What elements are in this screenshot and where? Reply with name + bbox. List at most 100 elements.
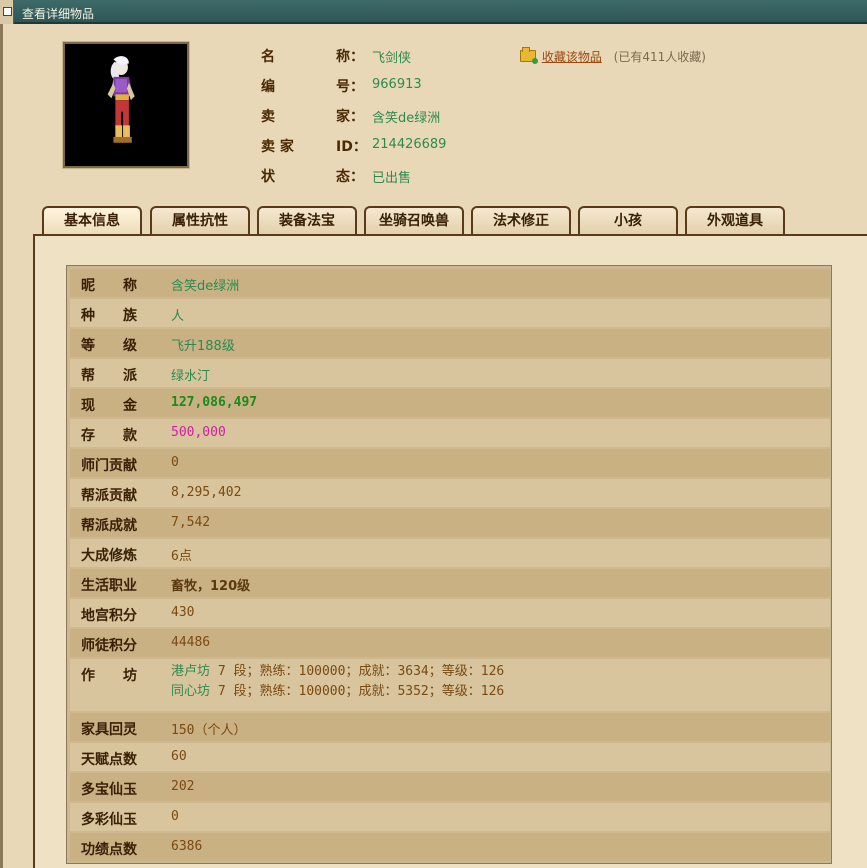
row-label: 帮 派 (81, 368, 137, 384)
table-row: 帮 派 绿水汀 (70, 359, 830, 387)
workshop-name: 港卢坊 (171, 664, 211, 679)
info-seller-id-value: 214426689 (372, 137, 447, 152)
table-row: 家具回灵 150（个人） (70, 713, 830, 741)
table-row: 功绩点数 6386 (70, 833, 830, 861)
table-row: 师徒积分 44486 (70, 629, 830, 657)
window-title: 查看详细物品 (22, 7, 95, 21)
tab-children[interactable]: 小孩 (578, 206, 678, 235)
row-label: 师门贡献 (81, 458, 137, 474)
table-row: 存 款 500,000 (70, 419, 830, 447)
row-value: 港卢坊 7 段；熟练：100000；成就：3634；等级：126 同心坊 7 段… (171, 662, 504, 702)
info-seller-id-label2: ID： (336, 136, 367, 156)
table-row: 作 坊 港卢坊 7 段；熟练：100000；成就：3634；等级：126 同心坊… (70, 659, 830, 711)
favorite-block: 收藏该物品 (已有411人收藏) (520, 47, 706, 65)
table-row: 现 金 127,086,497 (70, 389, 830, 417)
table-row: 多彩仙玉 0 (70, 803, 830, 831)
table-row: 师门贡献 0 (70, 449, 830, 477)
tab-attributes[interactable]: 属性抗性 (150, 206, 250, 235)
info-name-label2: 称： (336, 46, 364, 66)
info-number-value: 966913 (372, 77, 422, 92)
info-name-colon: ： (350, 49, 364, 65)
tab-equipment[interactable]: 装备法宝 (257, 206, 357, 235)
favorite-count: (已有411人收藏) (613, 50, 706, 64)
row-value: 60 (171, 749, 187, 764)
row-value: 6386 (171, 839, 203, 854)
workshop-line: 同心坊 7 段；熟练：100000；成就：5352；等级：126 (171, 682, 504, 702)
row-label: 师徒积分 (81, 638, 137, 654)
row-value: 含笑de绿洲 (171, 279, 240, 294)
info-seller-label: 卖 (261, 109, 275, 125)
table-row: 地宫积分 430 (70, 599, 830, 627)
character-figure-icon (65, 44, 187, 166)
character-avatar (62, 41, 190, 169)
row-value: 0 (171, 455, 179, 470)
row-label: 等 级 (81, 338, 137, 354)
info-number-label2-text: 号 (336, 79, 350, 95)
info-seller-id-label2-text: ID (336, 139, 353, 155)
info-number-label2: 号： (336, 76, 364, 96)
window-menu-icon[interactable] (0, 0, 14, 24)
row-label: 存 款 (81, 428, 137, 444)
row-label: 功绩点数 (81, 842, 137, 858)
info-seller-label2: 家： (336, 106, 364, 126)
window-titlebar: 查看详细物品 (0, 0, 867, 24)
row-label: 生活职业 (81, 578, 137, 594)
row-label: 家具回灵 (81, 722, 137, 738)
row-label: 帮派成就 (81, 518, 137, 534)
row-label: 天赋点数 (81, 752, 137, 768)
info-status-colon: ： (350, 169, 364, 185)
row-label: 多宝仙玉 (81, 782, 137, 798)
row-value: 0 (171, 809, 179, 824)
row-value: 127,086,497 (171, 395, 258, 410)
table-row: 多宝仙玉 202 (70, 773, 830, 801)
row-value: 6点 (171, 549, 192, 564)
row-value: 8,295,402 (171, 485, 242, 500)
table-row: 天赋点数 60 (70, 743, 830, 771)
row-value: 202 (171, 779, 195, 794)
row-label: 帮派贡献 (81, 488, 137, 504)
tab-spell-modifiers[interactable]: 法术修正 (471, 206, 571, 235)
table-row: 帮派成就 7,542 (70, 509, 830, 537)
info-status-value: 已出售 (372, 171, 412, 186)
row-value: 500,000 (171, 425, 226, 440)
info-status-label2-text: 态 (336, 169, 350, 185)
workshop-detail: 7 段；熟练：100000；成就：5352；等级：126 (210, 684, 505, 699)
row-label: 作 坊 (81, 668, 137, 684)
workshop-detail: 7 段；熟练：100000；成就：3634；等级：126 (210, 664, 505, 679)
info-status-label2: 态： (336, 166, 364, 186)
basic-info-table: 昵 称 含笑de绿洲 种 族 人 等 级 飞升188级 帮 派 绿水汀 现 金 … (66, 265, 832, 864)
info-status-label: 状 (261, 169, 275, 185)
info-seller-label2-text: 家 (336, 109, 350, 125)
table-row: 昵 称 含笑de绿洲 (70, 269, 830, 297)
row-label: 种 族 (81, 308, 137, 324)
row-value: 飞升188级 (171, 339, 235, 354)
info-number-colon: ： (350, 79, 364, 95)
row-value: 人 (171, 309, 185, 324)
folder-add-icon[interactable] (520, 47, 538, 64)
row-value: 44486 (171, 635, 211, 650)
row-value: 绿水汀 (171, 369, 211, 384)
row-label: 昵 称 (81, 278, 137, 294)
tab-appearance-items[interactable]: 外观道具 (685, 206, 785, 235)
table-row: 大成修炼 6点 (70, 539, 830, 567)
row-label: 地宫积分 (81, 608, 137, 624)
info-name-label: 名 (261, 49, 275, 65)
info-seller-id-label: 卖 家 (261, 139, 294, 155)
tab-mounts-summons[interactable]: 坐骑召唤兽 (364, 206, 464, 235)
row-label: 大成修炼 (81, 548, 137, 564)
row-value: 430 (171, 605, 195, 620)
workshop-name: 同心坊 (171, 684, 211, 699)
row-value: 畜牧，120级 (171, 579, 251, 594)
left-border (0, 24, 3, 868)
table-row: 帮派贡献 8,295,402 (70, 479, 830, 507)
favorite-link[interactable]: 收藏该物品 (542, 50, 602, 64)
table-row: 等 级 飞升188级 (70, 329, 830, 357)
tab-basic-info[interactable]: 基本信息 (42, 206, 142, 235)
info-seller-value: 含笑de绿洲 (372, 111, 441, 126)
row-label: 现 金 (81, 398, 137, 414)
workshop-line: 港卢坊 7 段；熟练：100000；成就：3634；等级：126 (171, 662, 504, 682)
info-name-label2-text: 称 (336, 49, 350, 65)
table-row: 种 族 人 (70, 299, 830, 327)
row-value: 7,542 (171, 515, 211, 530)
info-seller-colon: ： (350, 109, 364, 125)
